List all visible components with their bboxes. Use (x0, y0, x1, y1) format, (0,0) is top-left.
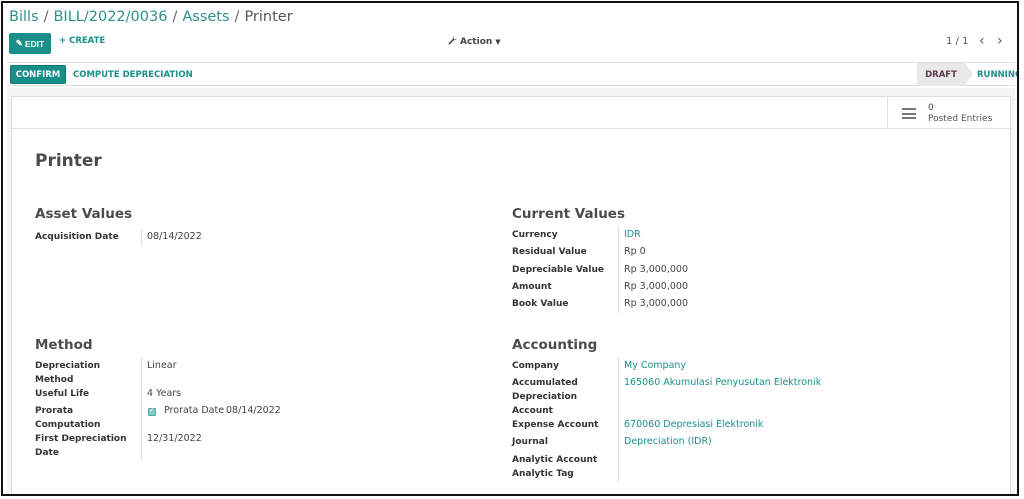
first-depreciation-label-line1: First Depreciation (35, 434, 127, 444)
prorata-label-line2: Computation (35, 420, 101, 430)
currency-value[interactable]: IDR (624, 228, 641, 242)
acquisition-date-label: Acquisition Date (35, 232, 119, 242)
depreciation-method-value[interactable]: Linear (147, 359, 177, 373)
create-button[interactable]: + CREATE (59, 36, 105, 46)
edit-button[interactable]: ✎ EDIT (9, 33, 51, 54)
action-dropdown-label: Action (460, 37, 493, 47)
section-method: Method (35, 337, 93, 353)
field-separator (618, 357, 619, 482)
stage-arrow (965, 63, 973, 85)
create-button-label: CREATE (69, 36, 106, 46)
pencil-icon: ✎ (15, 38, 23, 48)
edit-button-label: EDIT (24, 38, 45, 49)
acquisition-date-value[interactable]: 08/14/2022 (147, 230, 202, 244)
section-current-values: Current Values (512, 206, 626, 222)
journal-label: Journal (512, 437, 548, 447)
first-depreciation-label-line2: Date (35, 448, 59, 458)
form-sheet: 0 Posted Entries Printer Asset Values Ac… (11, 96, 1012, 494)
action-dropdown[interactable]: Action ▼ (448, 36, 501, 48)
posted-entries-button[interactable]: 0 Posted Entries (887, 97, 1012, 129)
accum-label-line1: Accumulated (512, 378, 578, 388)
useful-life-label: Useful Life (35, 389, 90, 399)
list-icon (902, 108, 916, 119)
breadcrumb-bills[interactable]: Bills (9, 9, 39, 25)
plus-icon: + (59, 36, 70, 46)
field-separator (618, 227, 619, 313)
chevron-left-icon[interactable]: ‹ (979, 33, 985, 49)
book-value-label: Book Value (512, 299, 569, 309)
field-separator (141, 229, 142, 245)
depreciation-method-label: Depreciation Method (35, 359, 100, 387)
section-accounting: Accounting (512, 337, 598, 353)
prorata-date-value[interactable]: 08/14/2022 (226, 404, 281, 418)
app-window: Bills / BILL/2022/0036/Assets / Printer ✎ EDI… (1, 1, 1019, 496)
wrench-icon (448, 36, 457, 48)
accum-label-line2: Depreciation (512, 392, 578, 402)
depreciation-method-label-line1: Depreciation (35, 361, 101, 371)
expense-account-value[interactable]: 670060 Depresiasi Elektronik (624, 418, 763, 432)
breadcrumb: Bills / BILL/2022/0036/Assets / Printer (9, 9, 293, 31)
breadcrumb-separator: / (234, 9, 240, 25)
breadcrumb-separator: / (172, 9, 178, 25)
prorata-computation-label: Prorata Computation (35, 404, 100, 432)
breadcrumb-assets[interactable]: Assets (182, 9, 229, 25)
first-depreciation-date-label: First Depreciation Date (35, 432, 127, 460)
field-separator (141, 357, 142, 460)
stage-draft[interactable]: DRAFT (917, 63, 965, 86)
expense-account-label: Expense Account (512, 420, 599, 430)
posted-entries-label: Posted Entries (928, 114, 993, 124)
section-asset-values: Asset Values (35, 206, 133, 222)
company-label: Company (512, 361, 559, 371)
accum-label-line3: Account (512, 406, 553, 416)
breadcrumb-separator: / (43, 9, 49, 25)
button-box: 0 Posted Entries (12, 97, 1012, 129)
analytic-tag-label: Analytic Tag (512, 469, 574, 479)
amount-value: Rp 3,000,000 (624, 281, 688, 292)
caret-down-icon: ▼ (495, 38, 501, 46)
breadcrumb-bill[interactable]: BILL/2022/0036 (53, 9, 167, 25)
prorata-date-label: Prorata Date (164, 405, 225, 416)
amount-label: Amount (512, 282, 552, 292)
prorata-label-line1: Prorata (35, 406, 74, 416)
residual-value-label: Residual Value (512, 247, 587, 257)
accumulated-depreciation-account-label: Accumulated Depreciation Account (512, 376, 578, 418)
statusbar: CONFIRM COMPUTE DEPRECIATION DRAFT RUNNI… (7, 62, 1017, 86)
record-title: Printer (35, 151, 102, 171)
posted-entries-count: 0 (928, 103, 934, 113)
compute-depreciation-button[interactable]: COMPUTE DEPRECIATION (73, 70, 193, 80)
useful-life-value[interactable]: 4 Years (147, 387, 181, 401)
depreciable-value: Rp 3,000,000 (624, 264, 688, 275)
chevron-right-icon[interactable]: › (997, 33, 1003, 49)
analytic-account-label: Analytic Account (512, 455, 598, 465)
book-value: Rp 3,000,000 (624, 298, 688, 309)
prorata-checkbox[interactable] (148, 406, 156, 416)
breadcrumb-current: Printer (244, 9, 293, 25)
first-depreciation-date-value[interactable]: 12/31/2022 (147, 432, 202, 446)
accumulated-depreciation-account-value[interactable]: 165060 Akumulasi Penyusutan Elektronik (624, 376, 821, 390)
pager-value[interactable]: 1 / 1 (946, 36, 968, 47)
currency-label: Currency (512, 230, 558, 240)
confirm-button[interactable]: CONFIRM (10, 65, 66, 84)
journal-value[interactable]: Depreciation (IDR) (624, 435, 712, 449)
depreciable-value-label: Depreciable Value (512, 265, 604, 275)
company-value[interactable]: My Company (624, 359, 686, 373)
depreciation-method-label-line2: Method (35, 375, 74, 385)
stage-running[interactable]: RUNNING (977, 63, 1017, 86)
residual-value: Rp 0 (624, 246, 646, 257)
